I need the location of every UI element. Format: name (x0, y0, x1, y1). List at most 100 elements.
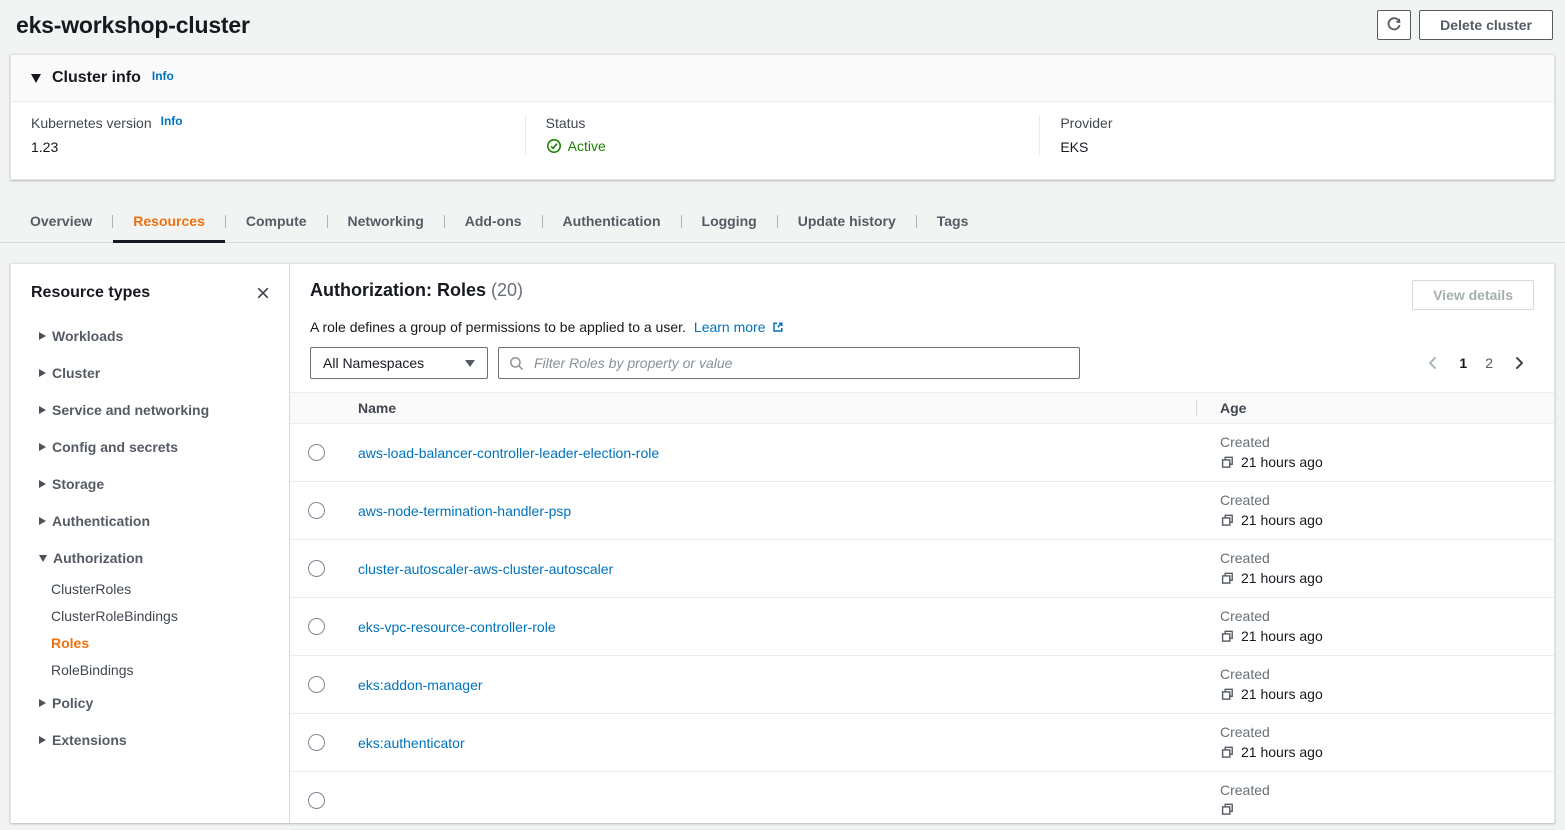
kubernetes-version-field: Kubernetes version Info 1.23 (11, 115, 525, 155)
search-input[interactable] (532, 354, 1069, 372)
copy-icon[interactable] (1220, 802, 1234, 816)
sidebar-item-roles[interactable]: Roles (31, 630, 273, 657)
created-label: Created (1220, 666, 1554, 682)
status-field: Status Active (525, 115, 1040, 155)
tab-resources[interactable]: Resources (113, 201, 225, 242)
refresh-icon (1386, 17, 1402, 33)
cluster-info-header[interactable]: Cluster info Info (11, 55, 1554, 102)
group-label: Cluster (52, 365, 100, 381)
sidebar-group-authentication[interactable]: Authentication (31, 502, 273, 539)
tab-update-history[interactable]: Update history (778, 201, 916, 242)
row-radio[interactable] (308, 734, 325, 751)
row-radio[interactable] (308, 560, 325, 577)
caret-down-icon (39, 555, 47, 562)
resource-types-panel: Resource types Workloads Cluster Service… (11, 264, 290, 823)
tab-networking[interactable]: Networking (328, 201, 444, 242)
delete-cluster-button[interactable]: Delete cluster (1419, 10, 1553, 40)
sidebar-group-config-and-secrets[interactable]: Config and secrets (31, 428, 273, 465)
role-name-link[interactable]: aws-node-termination-handler-psp (358, 503, 571, 519)
sidebar-group-cluster[interactable]: Cluster (31, 354, 273, 391)
row-radio[interactable] (308, 502, 325, 519)
namespace-filter-dropdown[interactable]: All Namespaces (310, 347, 488, 379)
table-row: Created (290, 772, 1554, 830)
copy-icon[interactable] (1220, 571, 1234, 585)
page-1-button[interactable]: 1 (1454, 353, 1472, 373)
group-label: Storage (52, 476, 104, 492)
refresh-button[interactable] (1377, 10, 1411, 40)
tab-add-ons[interactable]: Add-ons (445, 201, 542, 242)
group-label: Authorization (53, 550, 143, 566)
roles-panel: Authorization: Roles (20) View details A… (290, 264, 1554, 823)
collapse-caret-icon (31, 74, 41, 83)
page-header: eks-workshop-cluster Delete cluster (0, 0, 1565, 50)
row-radio[interactable] (308, 792, 325, 809)
caret-right-icon (39, 406, 46, 414)
tab-overview[interactable]: Overview (10, 201, 112, 242)
row-radio[interactable] (308, 444, 325, 461)
provider-value: EKS (1060, 139, 1534, 155)
cluster-info-info-link[interactable]: Info (152, 69, 174, 83)
tab-compute[interactable]: Compute (226, 201, 327, 242)
chevron-right-icon (1511, 355, 1527, 371)
sidebar-item-clusterrolebindings[interactable]: ClusterRoleBindings (31, 603, 273, 630)
previous-page-button[interactable] (1420, 353, 1446, 373)
sidebar-group-policy[interactable]: Policy (31, 684, 273, 721)
caret-right-icon (39, 517, 46, 525)
tab-tags[interactable]: Tags (917, 201, 989, 242)
status-value: Active (568, 138, 606, 154)
role-name-link[interactable]: eks:authenticator (358, 735, 465, 751)
age-value: 21 hours ago (1241, 744, 1323, 760)
column-header-age-label: Age (1220, 400, 1246, 416)
role-name-link[interactable]: eks-vpc-resource-controller-role (358, 619, 556, 635)
sidebar-item-rolebindings[interactable]: RoleBindings (31, 657, 273, 684)
provider-label: Provider (1060, 115, 1112, 131)
search-box (498, 347, 1080, 379)
kubernetes-version-info-link[interactable]: Info (161, 114, 183, 128)
role-name-link[interactable]: aws-load-balancer-controller-leader-elec… (358, 445, 659, 461)
created-label: Created (1220, 724, 1554, 740)
age-value: 21 hours ago (1241, 512, 1323, 528)
sidebar-group-extensions[interactable]: Extensions (31, 721, 273, 758)
view-details-button[interactable]: View details (1412, 280, 1534, 310)
role-name-link[interactable]: eks:addon-manager (358, 677, 483, 693)
caret-right-icon (39, 699, 46, 707)
created-label: Created (1220, 550, 1554, 566)
column-header-age[interactable]: Age (1196, 393, 1554, 423)
copy-icon[interactable] (1220, 745, 1234, 759)
roles-title: Authorization: Roles (310, 280, 486, 300)
row-radio[interactable] (308, 676, 325, 693)
copy-icon[interactable] (1220, 687, 1234, 701)
group-label: Policy (52, 695, 93, 711)
learn-more-link[interactable]: Learn more (694, 319, 785, 335)
roles-description: A role defines a group of permissions to… (310, 319, 686, 335)
caret-right-icon (39, 332, 46, 340)
role-name-link[interactable]: cluster-autoscaler-aws-cluster-autoscale… (358, 561, 613, 577)
sidebar-group-storage[interactable]: Storage (31, 465, 273, 502)
sidebar-item-clusterroles[interactable]: ClusterRoles (31, 576, 273, 603)
sidebar-group-authorization[interactable]: Authorization (31, 539, 273, 576)
copy-icon[interactable] (1220, 513, 1234, 527)
resource-types-tree: Workloads Cluster Service and networking… (31, 317, 273, 758)
copy-icon[interactable] (1220, 455, 1234, 469)
column-header-name[interactable]: Name (358, 400, 1196, 416)
sidebar-group-workloads[interactable]: Workloads (31, 317, 273, 354)
table-row: eks-vpc-resource-controller-role Created… (290, 598, 1554, 656)
resources-content: Resource types Workloads Cluster Service… (10, 263, 1555, 823)
created-label: Created (1220, 608, 1554, 624)
group-label: Config and secrets (52, 439, 178, 455)
group-label: Service and networking (52, 402, 209, 418)
group-label: Extensions (52, 732, 127, 748)
close-panel-button[interactable] (253, 283, 273, 303)
row-radio[interactable] (308, 618, 325, 635)
group-label: Workloads (52, 328, 123, 344)
sidebar-group-service-and-networking[interactable]: Service and networking (31, 391, 273, 428)
tab-authentication[interactable]: Authentication (543, 201, 681, 242)
tab-logging[interactable]: Logging (682, 201, 777, 242)
status-label: Status (546, 115, 586, 131)
chevron-down-icon (465, 360, 475, 367)
next-page-button[interactable] (1506, 353, 1532, 373)
page-2-button[interactable]: 2 (1480, 353, 1498, 373)
copy-icon[interactable] (1220, 629, 1234, 643)
kubernetes-version-value: 1.23 (31, 139, 505, 155)
age-value: 21 hours ago (1241, 570, 1323, 586)
